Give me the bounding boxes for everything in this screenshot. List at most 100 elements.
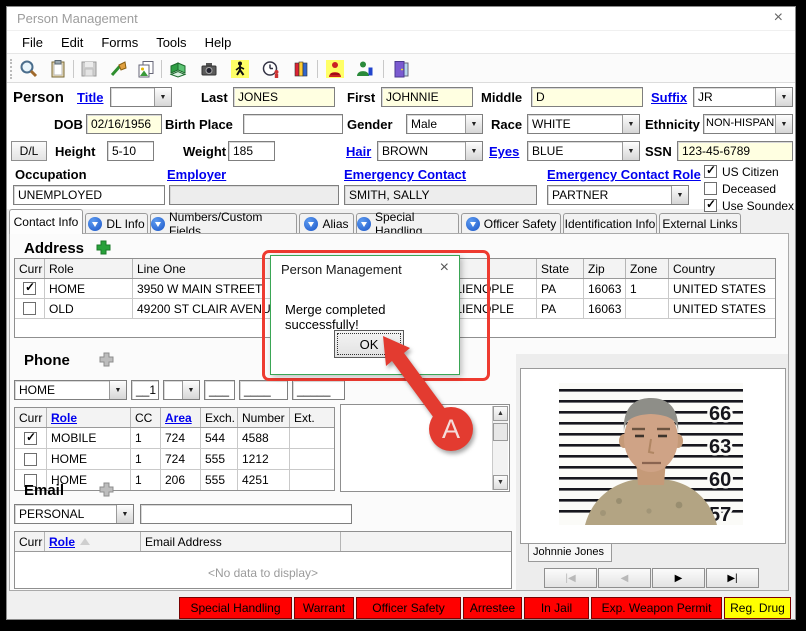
address-book-icon[interactable] — [166, 57, 190, 81]
employer-link[interactable]: Employer — [167, 167, 226, 182]
emergency-contact-role-link[interactable]: Emergency Contact Role — [547, 167, 701, 182]
tab-dl-info[interactable]: DL Info — [85, 213, 148, 234]
emergency-contact-link[interactable]: Emergency Contact — [344, 167, 466, 182]
col-role[interactable]: Role — [45, 259, 133, 278]
curr-checkbox[interactable] — [23, 282, 36, 295]
vertical-scrollbar[interactable]: ▲ ▼ — [492, 406, 508, 490]
clipboard-icon[interactable] — [46, 57, 70, 81]
col-zip[interactable]: Zip — [584, 259, 626, 278]
birth-place-field[interactable] — [243, 114, 343, 134]
title-link[interactable]: Title — [77, 90, 104, 105]
use-soundex-checkbox[interactable] — [704, 199, 717, 212]
phone-number-field[interactable]: _____ — [292, 380, 345, 400]
person-approve-icon[interactable] — [353, 57, 377, 81]
person-alert-icon[interactable] — [323, 57, 347, 81]
exit-door-icon[interactable] — [389, 57, 413, 81]
tab-alias[interactable]: Alias — [299, 213, 354, 234]
chevron-down-icon[interactable]: ▼ — [109, 381, 126, 399]
col-area[interactable]: Area — [161, 408, 201, 427]
col-state[interactable]: State — [537, 259, 584, 278]
hair-combo[interactable]: BROWN▼ — [377, 141, 483, 161]
walking-person-icon[interactable] — [228, 57, 252, 81]
chevron-down-icon[interactable]: ▼ — [622, 115, 639, 133]
eyes-link[interactable]: Eyes — [489, 144, 519, 159]
chevron-down-icon[interactable]: ▼ — [465, 142, 482, 160]
weight-field[interactable]: 185 — [228, 141, 275, 161]
copy-image-icon[interactable] — [134, 57, 158, 81]
tab-officer-safety[interactable]: Officer Safety — [461, 213, 561, 234]
scroll-up-icon[interactable]: ▲ — [493, 406, 508, 421]
status-reg-drug[interactable]: Reg. Drug — [724, 597, 791, 619]
col-email-address[interactable]: Email Address — [141, 532, 341, 551]
col-country[interactable]: Country — [669, 259, 775, 278]
first-name-field[interactable]: JOHNNIE — [381, 87, 473, 107]
dob-field[interactable]: 02/16/1956 — [86, 114, 162, 134]
last-name-field[interactable]: JONES — [233, 87, 335, 107]
eyes-combo[interactable]: BLUE▼ — [527, 141, 640, 161]
col-line-one[interactable]: Line One — [133, 259, 281, 278]
status-warrant[interactable]: Warrant — [294, 597, 354, 619]
curr-checkbox[interactable] — [24, 453, 37, 466]
height-field[interactable]: 5-10 — [107, 141, 154, 161]
tab-external-links[interactable]: External Links — [659, 213, 741, 234]
chevron-down-icon[interactable]: ▼ — [465, 115, 482, 133]
ssn-field[interactable]: 123-45-6789 — [677, 141, 793, 161]
phone-row[interactable]: MOBILE 1 724 544 4588 — [15, 428, 334, 449]
dialog-close-icon[interactable]: × — [440, 259, 449, 277]
camera-icon[interactable] — [197, 57, 221, 81]
menu-edit[interactable]: Edit — [54, 33, 90, 52]
photo-prev-button[interactable]: ◀ — [598, 568, 651, 588]
phone-role-combo[interactable]: HOME▼ — [14, 380, 127, 400]
phone-notes-box[interactable]: ▲ ▼ — [340, 404, 510, 492]
add-phone-icon[interactable] — [99, 352, 114, 372]
menu-forms[interactable]: Forms — [94, 33, 145, 52]
email-role-combo[interactable]: PERSONAL▼ — [14, 504, 134, 524]
tab-contact-info[interactable]: Contact Info — [9, 209, 83, 234]
scroll-down-icon[interactable]: ▼ — [493, 475, 508, 490]
menu-file[interactable]: File — [15, 33, 50, 52]
emergency-contact-role-combo[interactable]: PARTNER▼ — [547, 185, 689, 205]
curr-checkbox[interactable] — [23, 302, 36, 315]
add-address-icon[interactable] — [96, 240, 111, 260]
col-curr[interactable]: Curr — [15, 408, 47, 427]
race-combo[interactable]: WHITE▼ — [527, 114, 640, 134]
photo-first-button[interactable]: |◀ — [544, 568, 597, 588]
gender-combo[interactable]: Male▼ — [406, 114, 483, 134]
chevron-down-icon[interactable]: ▼ — [775, 88, 792, 106]
col-role[interactable]: Role — [47, 408, 131, 427]
middle-name-field[interactable]: D — [531, 87, 643, 107]
status-special-handling[interactable]: Special Handling — [179, 597, 292, 619]
status-arrestee[interactable]: Arrestee — [463, 597, 522, 619]
suffix-combo[interactable]: JR▼ — [693, 87, 793, 107]
ethnicity-combo[interactable]: NON-HISPANIC▼ — [703, 114, 793, 134]
col-curr[interactable]: Curr — [15, 259, 45, 278]
chevron-down-icon[interactable]: ▼ — [116, 505, 133, 523]
tab-numbers-custom-fields[interactable]: Numbers/Custom Fields — [150, 213, 297, 234]
photo-last-button[interactable]: ▶| — [706, 568, 759, 588]
chevron-down-icon[interactable]: ▼ — [154, 88, 171, 106]
photo-next-button[interactable]: ▶ — [652, 568, 705, 588]
phone-exchange-field[interactable]: ____ — [239, 380, 288, 400]
email-address-field[interactable] — [140, 504, 352, 524]
col-curr[interactable]: Curr — [15, 532, 45, 551]
menu-tools[interactable]: Tools — [149, 33, 193, 52]
phone-type-combo[interactable]: ▼ — [163, 380, 200, 400]
books-icon[interactable] — [289, 57, 313, 81]
photo-tab[interactable]: Johnnie Jones — [528, 544, 612, 562]
chevron-down-icon[interactable]: ▼ — [182, 381, 199, 399]
cleanup-broom-icon[interactable] — [106, 57, 130, 81]
col-number[interactable]: Number — [238, 408, 290, 427]
us-citizen-checkbox[interactable] — [704, 165, 717, 178]
chevron-down-icon[interactable]: ▼ — [671, 186, 688, 204]
menu-help[interactable]: Help — [198, 33, 239, 52]
status-officer-safety[interactable]: Officer Safety — [356, 597, 461, 619]
chevron-down-icon[interactable]: ▼ — [775, 115, 792, 133]
col-exch[interactable]: Exch. — [201, 408, 238, 427]
status-in-jail[interactable]: In Jail — [524, 597, 589, 619]
chevron-down-icon[interactable]: ▼ — [622, 142, 639, 160]
save-icon[interactable] — [77, 57, 101, 81]
employer-field[interactable] — [169, 185, 339, 205]
occupation-field[interactable]: UNEMPLOYED — [13, 185, 165, 205]
ok-button[interactable]: OK — [334, 330, 404, 358]
window-close-icon[interactable]: × — [774, 9, 783, 27]
